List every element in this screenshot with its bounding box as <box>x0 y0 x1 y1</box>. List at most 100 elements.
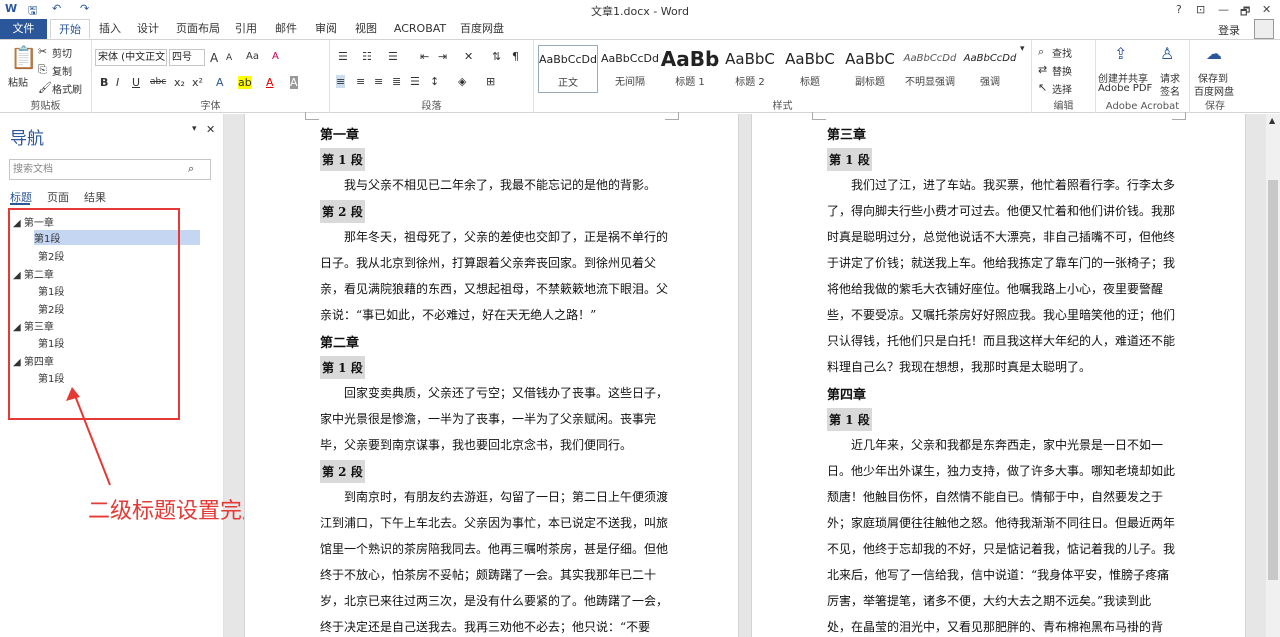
char-shading-icon[interactable]: A <box>290 76 298 89</box>
body-line: 终于不放心，怕茶房不妥帖；颇踌躇了一会。其实我那年已二十 <box>320 568 657 582</box>
copy-button[interactable]: 复制 <box>52 63 72 78</box>
select-button[interactable]: 选择 <box>1052 81 1072 96</box>
align-left-icon[interactable]: ≡ <box>336 75 346 88</box>
body-line: 颓唐！他触目伤怀，自然情不能自已。情郁于中，自然要发之于 <box>827 490 1164 504</box>
body-line: 日。他少年出外谋生，独力支持，做了许多大事。哪知老境却如此 <box>827 464 1176 478</box>
chinese-layout-icon[interactable]: ✕ <box>464 50 473 63</box>
nav-options-icon[interactable]: ▾ <box>192 124 197 134</box>
tab-layout[interactable]: 页面布局 <box>172 19 224 39</box>
show-marks-icon[interactable]: ¶ <box>512 50 519 63</box>
style-title[interactable]: AaBbC 标题 <box>780 45 840 93</box>
grow-font-button[interactable]: A <box>210 51 218 65</box>
clear-format-button[interactable]: A <box>272 51 279 62</box>
format-painter-button[interactable]: 格式刷 <box>52 81 82 96</box>
superscript-icon[interactable]: x² <box>192 76 203 89</box>
style-heading-2[interactable]: AaBbC 标题 2 <box>720 45 780 93</box>
paste-icon: 📋 <box>10 46 38 71</box>
ribbon-options-button[interactable]: ⊡ <box>1196 3 1205 16</box>
editing-group: ⌕ 查找 ⇄ 替换 ↖ 选择 编辑 <box>1032 40 1096 113</box>
close-button[interactable]: ✕ <box>1262 3 1271 16</box>
bold-icon[interactable]: B <box>100 76 108 89</box>
nav-close-icon[interactable]: ✕ <box>206 123 215 136</box>
tab-mailings[interactable]: 邮件 <box>270 19 302 39</box>
styles-group: AaBbCcDd 正文 AaBbCcDd 无间隔 AaBb 标题 1 AaBbC 标题 … <box>534 40 1032 113</box>
strikethrough-icon[interactable]: abc <box>150 77 166 87</box>
body-line: 只认得钱，托他们只是白托！而且我这样大年纪的人，难道还不能 <box>827 334 1176 348</box>
baidu-save-button-line2[interactable]: 百度网盘 <box>1194 83 1234 98</box>
highlight-icon[interactable]: ab <box>238 76 252 89</box>
style-no-spacing[interactable]: AaBbCcDd 无间隔 <box>600 45 660 93</box>
font-size-combo[interactable]: 四号 <box>169 49 205 66</box>
paragraph-label: 段落 <box>421 101 442 112</box>
request-sign-button-line2[interactable]: 签名 <box>1160 83 1180 98</box>
decrease-indent-icon[interactable]: ⇤ <box>420 50 429 63</box>
style-preview: AaBbCcDd <box>539 53 597 66</box>
body-line: 将他给我做的紫毛大衣铺好座位。他嘱我路上小心，夜里要警醒 <box>827 282 1164 296</box>
styles-label: 样式 <box>772 101 793 112</box>
bullets-icon[interactable]: ☰ <box>338 50 348 63</box>
replace-button[interactable]: 替换 <box>1052 63 1072 78</box>
help-button[interactable]: ? <box>1176 3 1182 16</box>
increase-indent-icon[interactable]: ⇥ <box>438 50 447 63</box>
shading-icon[interactable]: ◈ <box>458 75 466 88</box>
document-page-2[interactable]: 第三章第 1 段 我们过了江，进了车站。我买票，他忙着照看行李。行李太多 了，得向… <box>751 112 1246 637</box>
nav-search-input[interactable]: 搜索文档 <box>9 159 211 180</box>
login-link[interactable]: 登录 <box>1218 22 1240 38</box>
scrollbar-thumb[interactable] <box>1268 180 1278 580</box>
body-line: 外；家庭琐屑便往往触他之怒。他待我渐渐不同往日。但最近两年 <box>827 516 1176 530</box>
multilevel-icon[interactable]: ☰ <box>388 50 398 63</box>
search-icon[interactable]: ⌕ <box>188 162 194 176</box>
shrink-font-button[interactable]: A <box>226 53 232 63</box>
tab-file[interactable]: 文件 <box>0 19 47 39</box>
paragraph-group: ☰ ☷ ☰ ⇤ ⇥ ✕ ⇅ ¶ ≡ ≡ ≡ ≣ ☰ ↕ ◈ ⊞ 段落 <box>330 40 534 113</box>
style-emphasis[interactable]: AaBbCcDd 强调 <box>960 45 1020 93</box>
underline-icon[interactable]: U <box>132 76 140 89</box>
line-spacing-icon[interactable]: ↕ <box>430 75 439 88</box>
font-name-combo[interactable]: 宋体 (中文正文 <box>95 49 167 66</box>
document-page-1[interactable]: 第一章第 1 段 我与父亲不相见已二年余了，我最不能忘记的是他的背影。第 2 段… <box>244 112 739 637</box>
tab-design[interactable]: 设计 <box>132 19 164 39</box>
nav-tab-results[interactable]: 结果 <box>84 189 106 205</box>
body-line: 亲，看见满院狼藉的东西，又想起祖母，不禁簌簌地流下眼泪。父 <box>320 282 669 296</box>
margin-mark <box>305 112 319 120</box>
nav-tab-pages[interactable]: 页面 <box>47 189 69 205</box>
tab-home[interactable]: 开始 <box>50 19 90 39</box>
find-icon: ⌕ <box>1038 45 1045 58</box>
cut-button[interactable]: 剪切 <box>52 45 72 60</box>
tab-insert[interactable]: 插入 <box>94 19 126 39</box>
align-center-icon[interactable]: ≡ <box>356 75 365 88</box>
distribute-icon[interactable]: ☰ <box>410 75 420 88</box>
tab-references[interactable]: 引用 <box>230 19 262 39</box>
scroll-up-icon[interactable]: ▲ <box>1269 116 1275 125</box>
style-name: 标题 2 <box>735 77 765 88</box>
sort-icon[interactable]: ⇅ <box>492 50 501 63</box>
cut-icon: ✂ <box>38 45 48 58</box>
section-heading: 第 1 段 <box>827 408 872 431</box>
avatar[interactable] <box>1254 19 1274 39</box>
style-normal[interactable]: AaBbCcDd 正文 <box>538 45 598 93</box>
tab-acrobat[interactable]: ACROBAT <box>390 19 450 39</box>
style-subtitle[interactable]: AaBbC 副标题 <box>840 45 900 93</box>
styles-more-icon[interactable]: ▾ <box>1020 44 1025 54</box>
minimize-button[interactable]: — <box>1218 3 1229 16</box>
tab-view[interactable]: 视图 <box>350 19 382 39</box>
justify-icon[interactable]: ≣ <box>392 75 401 88</box>
tab-review[interactable]: 审阅 <box>310 19 342 39</box>
subscript-icon[interactable]: x₂ <box>174 76 185 89</box>
change-case-button[interactable]: Aa <box>246 51 259 62</box>
find-button[interactable]: 查找 <box>1052 45 1072 60</box>
create-pdf-button-line2[interactable]: Adobe PDF <box>1098 83 1152 94</box>
numbering-icon[interactable]: ☷ <box>362 50 372 63</box>
body-line: 那年冬天，祖母死了，父亲的差使也交卸了，正是祸不单行的 <box>320 230 669 244</box>
tab-baidu[interactable]: 百度网盘 <box>456 19 508 39</box>
font-color-icon[interactable]: A <box>266 76 274 89</box>
body-line: 亲说：“事已如此，不必难过，好在天无绝人之路！” <box>320 308 597 322</box>
style-subtle-emphasis[interactable]: AaBbCcDd 不明显强调 <box>900 45 960 93</box>
italic-icon[interactable]: I <box>116 76 119 89</box>
text-effects-icon[interactable]: A <box>216 76 224 89</box>
body-line: 到南京时，有朋友约去游逛，勾留了一日；第二日上午便须渡 <box>320 490 669 504</box>
paste-button[interactable]: 粘贴 <box>8 74 28 89</box>
borders-icon[interactable]: ⊞ <box>486 75 495 88</box>
align-right-icon[interactable]: ≡ <box>374 75 383 88</box>
style-heading-1[interactable]: AaBb 标题 1 <box>660 45 720 93</box>
